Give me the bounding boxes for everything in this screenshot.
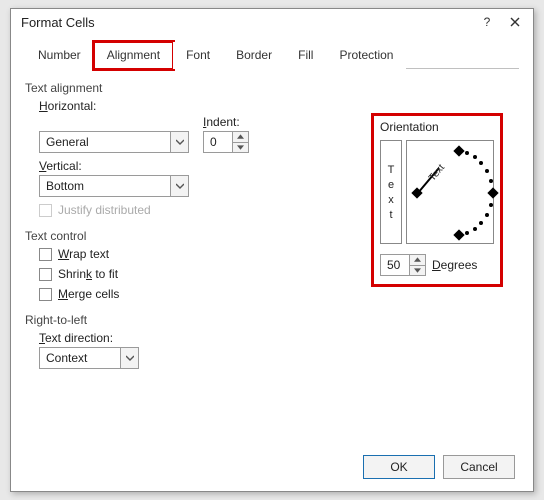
tab-border[interactable]: Border — [223, 42, 285, 69]
degrees-label: Degrees — [432, 258, 477, 272]
chevron-down-icon — [170, 176, 188, 196]
orientation-dial[interactable]: Text — [406, 140, 494, 244]
text-direction-label: Text direction: — [39, 331, 519, 345]
close-icon — [510, 17, 520, 27]
window-title: Format Cells — [21, 15, 471, 30]
justify-distributed-label: Justify distributed — [58, 203, 151, 217]
checkbox-box-icon — [39, 248, 52, 261]
checkbox-box-icon — [39, 288, 52, 301]
orientation-dial-text: Text — [427, 162, 447, 183]
degrees-value: 50 — [381, 255, 409, 275]
degrees-spinner[interactable]: 50 — [380, 254, 426, 276]
help-button[interactable]: ? — [475, 13, 499, 31]
merge-cells-checkbox[interactable]: Merge cells — [39, 287, 519, 301]
text-direction-combo[interactable]: Context — [39, 347, 139, 369]
chevron-down-icon — [170, 132, 188, 152]
ok-button[interactable]: OK — [363, 455, 435, 479]
wrap-text-label: Wrap text — [58, 247, 109, 261]
vertical-text-button[interactable]: Text — [380, 140, 402, 244]
text-alignment-section-label: Text alignment — [25, 81, 519, 95]
tab-strip: Number Alignment Font Border Fill Protec… — [25, 41, 519, 69]
vertical-combo[interactable]: Bottom — [39, 175, 189, 197]
right-to-left-section-label: Right-to-left — [25, 313, 519, 327]
horizontal-combo[interactable]: General — [39, 131, 189, 153]
tab-number[interactable]: Number — [25, 42, 94, 69]
indent-spinner[interactable]: 0 — [203, 131, 249, 153]
indent-down-button[interactable] — [233, 142, 248, 153]
orientation-section-label: Orientation — [380, 120, 494, 134]
horizontal-value: General — [40, 135, 170, 149]
format-cells-dialog: Format Cells ? Number Alignment Font Bor… — [10, 8, 534, 492]
vertical-value: Bottom — [40, 179, 170, 193]
degrees-down-button[interactable] — [410, 265, 425, 276]
orientation-panel: Orientation Text — [371, 113, 503, 287]
checkbox-box-icon — [39, 268, 52, 281]
degrees-up-button[interactable] — [410, 255, 425, 265]
tab-alignment[interactable]: Alignment — [94, 42, 173, 69]
close-button[interactable] — [503, 13, 527, 31]
titlebar: Format Cells ? — [11, 9, 533, 35]
indent-up-button[interactable] — [233, 132, 248, 142]
tab-fill[interactable]: Fill — [285, 42, 326, 69]
indent-value: 0 — [204, 132, 232, 152]
merge-label: Merge cells — [58, 287, 119, 301]
tab-protection[interactable]: Protection — [326, 42, 406, 69]
chevron-down-icon — [120, 348, 138, 368]
text-direction-value: Context — [40, 351, 120, 365]
indent-label: Indent: — [203, 115, 249, 129]
horizontal-label: Horizontal: — [39, 99, 519, 113]
shrink-label: Shrink to fit — [58, 267, 118, 281]
tab-font[interactable]: Font — [173, 42, 223, 69]
cancel-button[interactable]: Cancel — [443, 455, 515, 479]
checkbox-box-icon — [39, 204, 52, 217]
